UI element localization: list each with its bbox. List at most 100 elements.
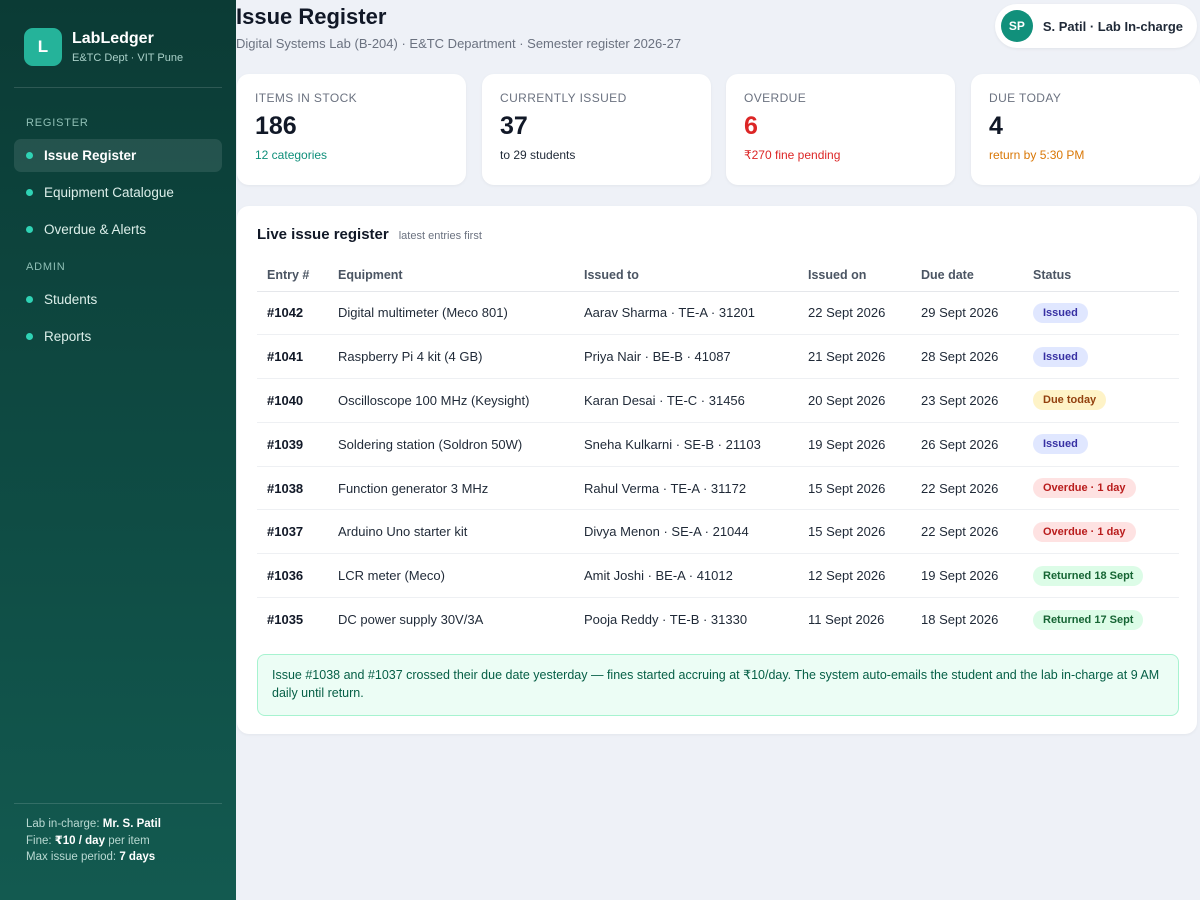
table-header-row: Entry # Equipment Issued to Issued on Du…: [257, 259, 1179, 292]
status-badge: Returned 17 Sept: [1033, 609, 1144, 630]
sidebar-footer: Lab in-charge: Mr. S. Patil Fine: ₹10 / …: [26, 816, 161, 866]
nav-dot-icon: [26, 226, 33, 233]
due-date-cell: 23 Sept 2026: [911, 378, 1023, 423]
section-label-admin: ADMIN: [26, 261, 66, 273]
issued-on-cell: 22 Sept 2026: [798, 291, 911, 336]
issued-to-cell: Divya Menon · SE-A · 21044: [574, 509, 798, 555]
nav-dot-icon: [26, 189, 33, 196]
issued-to-cell: Sneha Kulkarni · SE-B · 21103: [574, 422, 798, 467]
stat-value: 186: [255, 112, 297, 140]
stat-label: ITEMS IN STOCK: [255, 91, 358, 105]
sidebar-item-issue-register[interactable]: Issue Register: [14, 139, 222, 172]
table-row[interactable]: #1036 LCR meter (Meco) Amit Joshi · BE-A ·…: [257, 553, 1179, 599]
sidebar-item-equipment-catalogue[interactable]: Equipment Catalogue: [14, 176, 222, 209]
entry-cell: #1039: [257, 422, 328, 467]
nav-dot-icon: [26, 333, 33, 340]
equipment-cell: Digital multimeter (Meco 801): [328, 291, 574, 336]
issued-on-cell: 21 Sept 2026: [798, 334, 911, 380]
table-row[interactable]: #1038 Function generator 3 MHz Rahul Verma…: [257, 466, 1179, 511]
status-cell: Issued: [1023, 291, 1179, 336]
stat-note: ₹270 fine pending: [744, 148, 841, 162]
stat-label: DUE TODAY: [989, 91, 1062, 105]
issued-to-cell: Amit Joshi · BE-A · 41012: [574, 553, 798, 599]
issued-on-cell: 20 Sept 2026: [798, 378, 911, 423]
footer-period: Max issue period: 7 days: [26, 851, 156, 863]
table-row[interactable]: #1039 Soldering station (Soldron 50W) Sneh…: [257, 422, 1179, 467]
sidebar-item-label: Reports: [44, 329, 92, 344]
issued-to-cell: Priya Nair · BE-B · 41087: [574, 334, 798, 380]
table-row[interactable]: #1040 Oscilloscope 100 MHz (Keysight) Kara…: [257, 378, 1179, 423]
brand-name: LabLedger: [72, 30, 154, 47]
issued-on-cell: 19 Sept 2026: [798, 422, 911, 467]
stat-value: 6: [744, 112, 758, 140]
column-header-equipment[interactable]: Equipment: [328, 259, 574, 292]
issued-to-cell: Aarav Sharma · TE-A · 31201: [574, 291, 798, 336]
section-label-register: REGISTER: [26, 117, 89, 129]
footer-incharge: Lab in-charge: Mr. S. Patil: [26, 818, 161, 830]
issued-on-cell: 11 Sept 2026: [808, 612, 885, 628]
equipment-cell: Oscilloscope 100 MHz (Keysight): [328, 378, 574, 423]
column-header-issued-to[interactable]: Issued to: [574, 259, 798, 292]
entry-cell: #1038: [257, 466, 328, 511]
register-hint: latest entries first: [398, 230, 482, 242]
status-cell: Returned 18 Sept: [1023, 553, 1179, 599]
due-date-cell: 26 Sept 2026: [911, 422, 1023, 467]
user-menu[interactable]: SP S. Patil · Lab In-charge: [994, 4, 1197, 48]
due-date-cell: 19 Sept 2026: [911, 553, 1023, 599]
issued-to-cell: Rahul Verma · TE-A · 31172: [574, 466, 798, 511]
column-header-status[interactable]: Status: [1023, 259, 1179, 292]
status-cell: Returned 17 Sept: [1023, 598, 1179, 642]
table-row[interactable]: #1035 DC power supply 30V/3A Pooja Reddy ·…: [257, 598, 1179, 642]
table-row[interactable]: #1042 Digital multimeter (Meco 801) Aarav …: [257, 291, 1179, 336]
issued-to-cell: Karan Desai · TE-C · 31456: [574, 378, 798, 423]
due-date-cell: 22 Sept 2026: [911, 509, 1023, 555]
sidebar-item-overdue-alerts[interactable]: Overdue & Alerts: [14, 213, 222, 246]
due-date-cell: 18 Sept 2026: [921, 612, 999, 628]
issued-on-cell: 15 Sept 2026: [798, 466, 911, 511]
sidebar-item-label: Overdue & Alerts: [44, 222, 147, 237]
column-header-issued-on[interactable]: Issued on: [798, 259, 911, 292]
stat-note: 12 categories: [255, 148, 328, 162]
sidebar-item-label: Issue Register: [44, 148, 137, 163]
sidebar-item-students[interactable]: Students: [14, 283, 222, 316]
entry-cell: #1042: [257, 291, 328, 336]
sidebar-item-label: Students: [44, 292, 98, 307]
issued-on-cell: 15 Sept 2026: [798, 509, 911, 555]
equipment-cell: Function generator 3 MHz: [328, 466, 574, 511]
due-date-cell: 29 Sept 2026: [911, 291, 1023, 336]
column-header-entry[interactable]: Entry #: [257, 259, 328, 292]
equipment-cell: Arduino Uno starter kit: [328, 509, 574, 555]
due-date-cell: 28 Sept 2026: [911, 334, 1023, 380]
entry-cell: #1037: [257, 509, 328, 555]
entry-cell: #1035: [267, 612, 304, 628]
status-cell: Overdue · 1 day: [1023, 466, 1179, 511]
equipment-cell: Soldering station (Soldron 50W): [328, 422, 574, 467]
stat-value: 4: [989, 112, 1003, 140]
equipment-cell: DC power supply 30V/3A: [338, 612, 484, 628]
avatar: SP: [1000, 10, 1033, 42]
sidebar-item-reports[interactable]: Reports: [14, 320, 222, 353]
page-title: Issue Register: [236, 4, 387, 29]
app-logo: L: [24, 28, 62, 66]
brand[interactable]: L LabLedger E&TC Dept · VIT Pune: [24, 28, 183, 66]
status-badge: Issued: [1033, 346, 1088, 367]
column-header-due-date[interactable]: Due date: [911, 259, 1023, 292]
stat-card-due-today: DUE TODAY 4 return by 5:30 PM: [971, 74, 1200, 185]
overdue-notice: Issue #1038 and #1037 crossed their due …: [257, 654, 1179, 716]
sidebar-divider: [14, 87, 222, 88]
issue-table: Entry # Equipment Issued to Issued on Du…: [257, 259, 1179, 641]
stat-card-currently-issued: CURRENTLY ISSUED 37 to 29 students: [482, 74, 711, 185]
status-cell: Issued: [1023, 334, 1179, 380]
nav-dot-icon: [26, 296, 33, 303]
status-badge: Due today: [1033, 390, 1107, 411]
status-cell: Issued: [1023, 422, 1179, 467]
table-row[interactable]: #1041 Raspberry Pi 4 kit (4 GB) Priya Nair…: [257, 334, 1179, 380]
page-subtitle: Digital Systems Lab (B-204) · E&TC Depar…: [236, 36, 682, 51]
user-name: S. Patil · Lab In-charge: [1042, 18, 1183, 34]
stat-card-overdue: OVERDUE 6 ₹270 fine pending: [726, 74, 955, 185]
table-row[interactable]: #1037 Arduino Uno starter kit Divya Menon …: [257, 509, 1179, 555]
brand-subtitle: E&TC Dept · VIT Pune: [72, 52, 184, 64]
status-badge: Returned 18 Sept: [1033, 565, 1144, 586]
status-badge: Overdue · 1 day: [1033, 478, 1136, 499]
sidebar: L LabLedger E&TC Dept · VIT Pune REGISTE…: [0, 0, 236, 900]
